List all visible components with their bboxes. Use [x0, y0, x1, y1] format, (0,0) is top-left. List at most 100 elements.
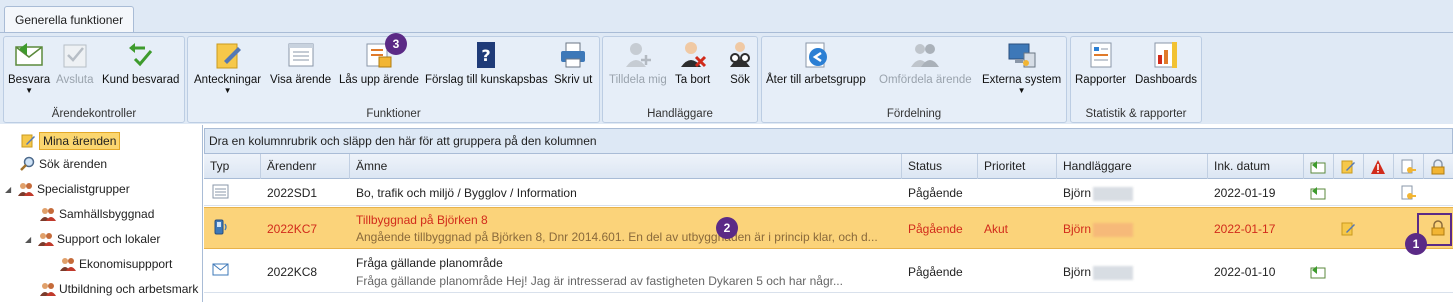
tree-item-samhallsbyggnad[interactable]: Samhällsbyggnad: [40, 203, 154, 225]
notes-icon: [21, 134, 35, 148]
document-icon: [212, 184, 229, 199]
tab-generella-funktioner[interactable]: Generella funktioner: [4, 6, 135, 33]
cell-amne: Bo, trafik och miljö / Bygglov / Informa…: [356, 186, 577, 200]
column-header-notes[interactable]: [1333, 154, 1363, 179]
knowledge-base-icon: ?: [477, 42, 496, 68]
sok-handlaggare-button[interactable]: Sök: [724, 39, 756, 86]
kund-besvarad-button[interactable]: Kund besvarad: [102, 39, 179, 86]
dashboards-button[interactable]: Dashboards: [1135, 39, 1197, 86]
table-row-selected[interactable]: 2022KC7 Tillbyggnad på Björken 8 Angåend…: [204, 207, 1453, 249]
table-row[interactable]: 2022KC8 Fråga gällande planområde Fråga …: [204, 250, 1453, 293]
group-fordelning: Åter till arbetsgrupp Omfördela ärende E…: [761, 36, 1067, 123]
ta-bort-label: Ta bort: [675, 74, 711, 86]
tree-item-support-och-lokaler[interactable]: ◢ Support och lokaler: [25, 228, 160, 250]
reply-envelope-icon: [15, 43, 43, 66]
tree-item-sok-arenden[interactable]: Sök ärenden: [20, 153, 107, 175]
column-header-arendenr[interactable]: Ärendenr: [260, 154, 349, 179]
tree-item-specialistgrupper[interactable]: ◢ Specialistgrupper: [5, 178, 130, 200]
expander-icon[interactable]: ◢: [25, 235, 35, 244]
tilldela-mig-label: Tilldela mig: [609, 74, 667, 86]
search-users-icon: [730, 42, 750, 67]
group-by-panel[interactable]: Dra en kolumnrubrik och släpp den här fö…: [204, 128, 1453, 154]
column-header-typ[interactable]: Typ: [204, 154, 260, 179]
reply-icon: [1310, 187, 1326, 200]
group-caption: Fördelning: [886, 108, 942, 120]
cell-handlaggare: Björn: [1063, 186, 1134, 201]
column-header-warning[interactable]: [1363, 154, 1393, 179]
return-to-group-icon: [805, 42, 827, 68]
view-case-icon: [288, 43, 314, 67]
customer-replied-icon: [128, 43, 152, 67]
column-header-amne[interactable]: Ämne: [349, 154, 901, 179]
anteckningar-button[interactable]: Anteckningar ▼: [194, 39, 261, 95]
las-upp-arende-label: Lås upp ärende: [339, 74, 419, 86]
column-header-reply[interactable]: [1303, 154, 1333, 179]
column-header-ink-datum[interactable]: Ink. datum: [1207, 154, 1303, 179]
redacted-surname: [1093, 265, 1134, 280]
group-caption: Funktioner: [366, 108, 421, 120]
tree-item-label: Utbildning och arbetsmark: [59, 282, 199, 296]
printer-icon: [561, 42, 586, 68]
column-header-key-document[interactable]: [1393, 154, 1423, 179]
assign-me-icon: [625, 43, 651, 67]
tree-item-mina-arenden[interactable]: Mina ärenden: [20, 130, 121, 152]
column-header-handlaggare[interactable]: Handläggare: [1056, 154, 1207, 179]
reply-icon: [1310, 266, 1326, 279]
column-header-status[interactable]: Status: [901, 154, 977, 179]
externa-system-label: Externa system: [982, 74, 1062, 86]
tree-item-utbildning[interactable]: Utbildning och arbetsmark: [40, 278, 198, 300]
chevron-down-icon: ▼: [25, 86, 34, 95]
skriv-ut-label: Skriv ut: [554, 74, 593, 86]
remove-user-icon: [680, 42, 706, 68]
key-document-icon: [1401, 185, 1416, 200]
avsluta-label: Avsluta: [56, 74, 94, 86]
skriv-ut-button[interactable]: Skriv ut: [554, 39, 592, 86]
handler-name: Björn: [1063, 222, 1092, 236]
tree-item-ekonomisuppport[interactable]: Ekonomisuppport: [60, 253, 172, 275]
tab-bar: Generella funktioner: [0, 0, 1453, 33]
forslag-kunskapsbas-button[interactable]: ? Förslag till kunskapsbas: [425, 39, 548, 86]
column-header-prioritet[interactable]: Prioritet: [977, 154, 1056, 179]
anteckningar-label: Anteckningar: [194, 74, 262, 86]
externa-system-button[interactable]: Externa system ▼: [982, 39, 1061, 95]
ater-till-arbetsgrupp-label: Åter till arbetsgrupp: [766, 74, 866, 86]
cell-handlaggare: Björn: [1063, 265, 1134, 280]
annotation-badge-3: 3: [385, 33, 407, 55]
ater-till-arbetsgrupp-button[interactable]: Åter till arbetsgrupp: [766, 39, 866, 86]
omfordela-arende-button[interactable]: Omfördela ärende: [879, 39, 972, 86]
redacted-surname: [1093, 222, 1134, 237]
group-caption: Statistik & rapporter: [1085, 108, 1187, 120]
omfordela-arende-label: Omfördela ärende: [879, 74, 972, 86]
case-grid: Dra en kolumnrubrik och släpp den här fö…: [204, 125, 1453, 302]
annotation-badge-1: 1: [1405, 233, 1427, 255]
group-icon: [60, 258, 76, 271]
chevron-down-icon: ▼: [223, 86, 232, 95]
cell-arendenr: 2022KC7: [267, 222, 318, 236]
group-statistik-rapporter: Rapporter Dashboards Statistik & rapport…: [1070, 36, 1202, 123]
expander-icon[interactable]: ◢: [5, 185, 15, 194]
rapporter-button[interactable]: Rapporter: [1075, 39, 1126, 86]
annotation-badge-2: 2: [716, 217, 738, 239]
notes-icon: [216, 43, 241, 69]
tilldela-mig-button[interactable]: Tilldela mig: [609, 39, 667, 86]
handler-name: Björn: [1063, 265, 1092, 279]
cell-prioritet: Akut: [984, 222, 1009, 236]
key-document-icon: [1401, 159, 1416, 174]
cell-preview: Fråga gällande planområde Hej! Jag är in…: [356, 274, 843, 288]
ta-bort-button[interactable]: Ta bort: [675, 39, 710, 86]
tree-item-label: Ekonomisuppport: [79, 257, 173, 271]
avsluta-button[interactable]: Avsluta: [56, 39, 94, 86]
warning-icon: [1371, 159, 1385, 174]
visa-arende-button[interactable]: Visa ärende: [270, 39, 331, 86]
grid-header: Typ Ärendenr Ämne Status Prioritet Handl…: [204, 154, 1453, 179]
tree-item-label: Sök ärenden: [39, 157, 108, 171]
tree-item-label: Support och lokaler: [57, 232, 161, 246]
email-icon: [212, 263, 229, 276]
check-list-icon: [63, 44, 87, 68]
column-header-lock[interactable]: [1423, 154, 1453, 179]
dashboards-icon: [1154, 42, 1177, 68]
group-caption: Ärendekontroller: [51, 108, 137, 120]
besvara-button[interactable]: Besvara ▼: [8, 39, 50, 95]
las-upp-arende-button[interactable]: Lås upp ärende: [339, 39, 419, 86]
table-row[interactable]: 2022SD1 Bo, trafik och miljö / Bygglov /…: [204, 179, 1453, 206]
